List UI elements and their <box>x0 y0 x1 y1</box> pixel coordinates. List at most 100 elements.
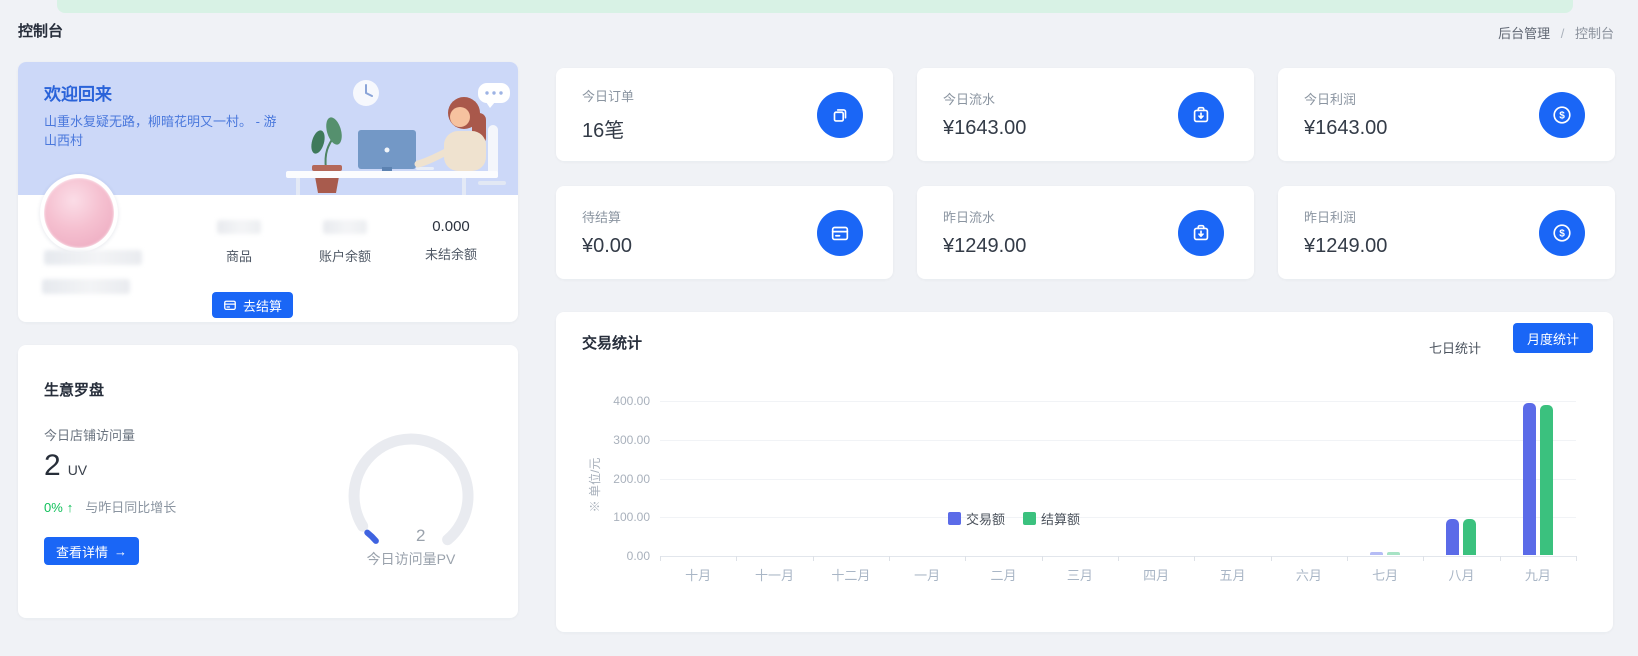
x-axis-tick <box>1500 556 1501 561</box>
arrow-right-icon: → <box>114 544 127 559</box>
business-compass-card: 生意罗盘 今日店铺访问量 2UV 0%↑与昨日同比增长 查看详情→ 2 今日访问… <box>18 345 518 618</box>
dollar-icon: $ <box>1539 92 1585 138</box>
trade-chart-plot[interactable]: ※ 单位/元 0.00100.00200.00300.00400.00十月十一月… <box>660 401 1576 556</box>
stat-card-value: ¥1249.00 <box>943 235 1026 258</box>
bar-结算额-七月[interactable] <box>1387 552 1400 555</box>
y-axis-tick-label: 200.00 <box>590 472 650 486</box>
gridline <box>660 401 1576 402</box>
uv-value: 2 <box>44 449 61 482</box>
gridline <box>660 440 1576 441</box>
flow-in-icon <box>1178 92 1224 138</box>
view-details-button[interactable]: 查看详情 → <box>44 537 139 565</box>
x-axis-tick <box>889 556 890 561</box>
welcome-hero: 欢迎回来 山重水复疑无路，柳暗花明又一村。 - 游山西村 <box>18 62 518 195</box>
svg-text:$: $ <box>1559 110 1565 121</box>
x-axis-tick <box>1347 556 1348 561</box>
stat-card-value: ¥0.00 <box>582 235 632 258</box>
dollar-icon: $ <box>1539 210 1585 256</box>
x-axis-label: 七月 <box>1347 565 1423 584</box>
trade-stats-title: 交易统计 <box>582 332 642 353</box>
stat-card-today-orders: 今日订单 16笔 <box>556 68 893 161</box>
tab-month-stats[interactable]: 月度统计 <box>1513 323 1593 353</box>
stat-unsettled: 0.000 未结余额 <box>398 218 504 265</box>
stat-balance-label: 账户余额 <box>292 246 398 265</box>
stat-card-label: 昨日利润 <box>1304 207 1387 226</box>
growth-row: 0%↑与昨日同比增长 <box>44 497 176 516</box>
trade-chart-legend: 交易额 结算额 <box>556 509 1472 528</box>
redacted-username-line1 <box>44 250 142 265</box>
x-axis-label: 十一月 <box>736 565 812 584</box>
orders-icon <box>817 92 863 138</box>
welcome-title: 欢迎回来 <box>44 80 112 105</box>
settle-button-label: 去结算 <box>243 296 282 315</box>
x-axis-tick <box>1271 556 1272 561</box>
stat-card-value: ¥1643.00 <box>943 117 1026 140</box>
trade-stats-card: 交易统计 七日统计 月度统计 ※ 单位/元 0.00100.00200.0030… <box>556 312 1613 632</box>
x-axis-label: 八月 <box>1423 565 1499 584</box>
gauge-value: 2 <box>416 526 425 546</box>
view-details-label: 查看详情 <box>56 542 108 561</box>
breadcrumb-root[interactable]: 后台管理 <box>1498 26 1550 41</box>
flow-in-icon <box>1178 210 1224 256</box>
stat-goods: 商品 <box>186 218 292 265</box>
bar-交易额-九月[interactable] <box>1523 403 1536 555</box>
stat-card-label: 待结算 <box>582 207 632 226</box>
x-axis-label: 四月 <box>1118 565 1194 584</box>
stat-card-today-profit: 今日利润 ¥1643.00 $ <box>1278 68 1615 161</box>
bar-交易额-七月[interactable] <box>1370 552 1383 555</box>
gridline <box>660 479 1576 480</box>
welcome-quote: 山重水复疑无路，柳暗花明又一村。 - 游山西村 <box>44 112 286 150</box>
legend-swatch <box>948 512 961 525</box>
welcome-illustration <box>266 73 516 195</box>
stat-unsettled-label: 未结余额 <box>398 244 504 263</box>
x-axis-label: 五月 <box>1194 565 1270 584</box>
x-axis-tick <box>1118 556 1119 561</box>
stat-card-label: 昨日流水 <box>943 207 1026 226</box>
pv-gauge: 2 今日访问量PV <box>326 421 496 571</box>
legend-label: 交易额 <box>966 509 1005 528</box>
svg-text:$: $ <box>1559 228 1565 239</box>
y-axis-tick-label: 300.00 <box>590 433 650 447</box>
legend-swatch <box>1023 512 1036 525</box>
x-axis-tick <box>1423 556 1424 561</box>
legend-item-交易额[interactable]: 交易额 <box>948 509 1005 528</box>
tab-week-stats[interactable]: 七日统计 <box>1429 338 1481 357</box>
legend-label: 结算额 <box>1041 509 1080 528</box>
uv-row: 2 UV <box>44 449 87 483</box>
x-axis-label: 十二月 <box>813 565 889 584</box>
breadcrumb-current: 控制台 <box>1575 26 1614 41</box>
arrow-up-icon: ↑ <box>67 500 74 515</box>
y-axis-tick-label: 400.00 <box>590 394 650 408</box>
y-axis-tick-label: 0.00 <box>590 549 650 563</box>
x-axis-label: 三月 <box>1042 565 1118 584</box>
bank-card-icon <box>223 298 237 312</box>
breadcrumb-separator: / <box>1561 26 1565 41</box>
avatar <box>40 174 118 252</box>
settle-button[interactable]: 去结算 <box>212 292 293 318</box>
breadcrumb: 后台管理 / 控制台 <box>1498 23 1614 42</box>
stat-card-value: 16笔 <box>582 114 634 143</box>
bank-card-icon <box>817 210 863 256</box>
uv-unit: UV <box>68 462 87 478</box>
stat-card-label: 今日订单 <box>582 86 634 105</box>
x-axis-tick <box>736 556 737 561</box>
visits-label: 今日店铺访问量 <box>44 425 135 444</box>
bar-结算额-九月[interactable] <box>1540 405 1553 555</box>
notification-strip <box>57 0 1573 13</box>
x-axis-label: 六月 <box>1271 565 1347 584</box>
x-axis-tick <box>813 556 814 561</box>
stat-card-today-flow: 今日流水 ¥1643.00 <box>917 68 1254 161</box>
x-axis-tick <box>1576 556 1577 561</box>
stat-card-label: 今日利润 <box>1304 89 1387 108</box>
stat-card-pending-settle: 待结算 ¥0.00 <box>556 186 893 279</box>
welcome-card: 欢迎回来 山重水复疑无路，柳暗花明又一村。 - 游山西村 <box>18 62 518 322</box>
redacted-username-line2 <box>42 279 130 294</box>
legend-item-结算额[interactable]: 结算额 <box>1023 509 1080 528</box>
stat-card-value: ¥1643.00 <box>1304 117 1387 140</box>
stat-card-yesterday-profit: 昨日利润 ¥1249.00 $ <box>1278 186 1615 279</box>
page-title: 控制台 <box>18 20 63 41</box>
stat-goods-label: 商品 <box>186 246 292 265</box>
welcome-stats: 商品 账户余额 0.000 未结余额 <box>186 218 504 265</box>
x-axis-tick <box>1194 556 1195 561</box>
stat-unsettled-value: 0.000 <box>398 218 504 236</box>
